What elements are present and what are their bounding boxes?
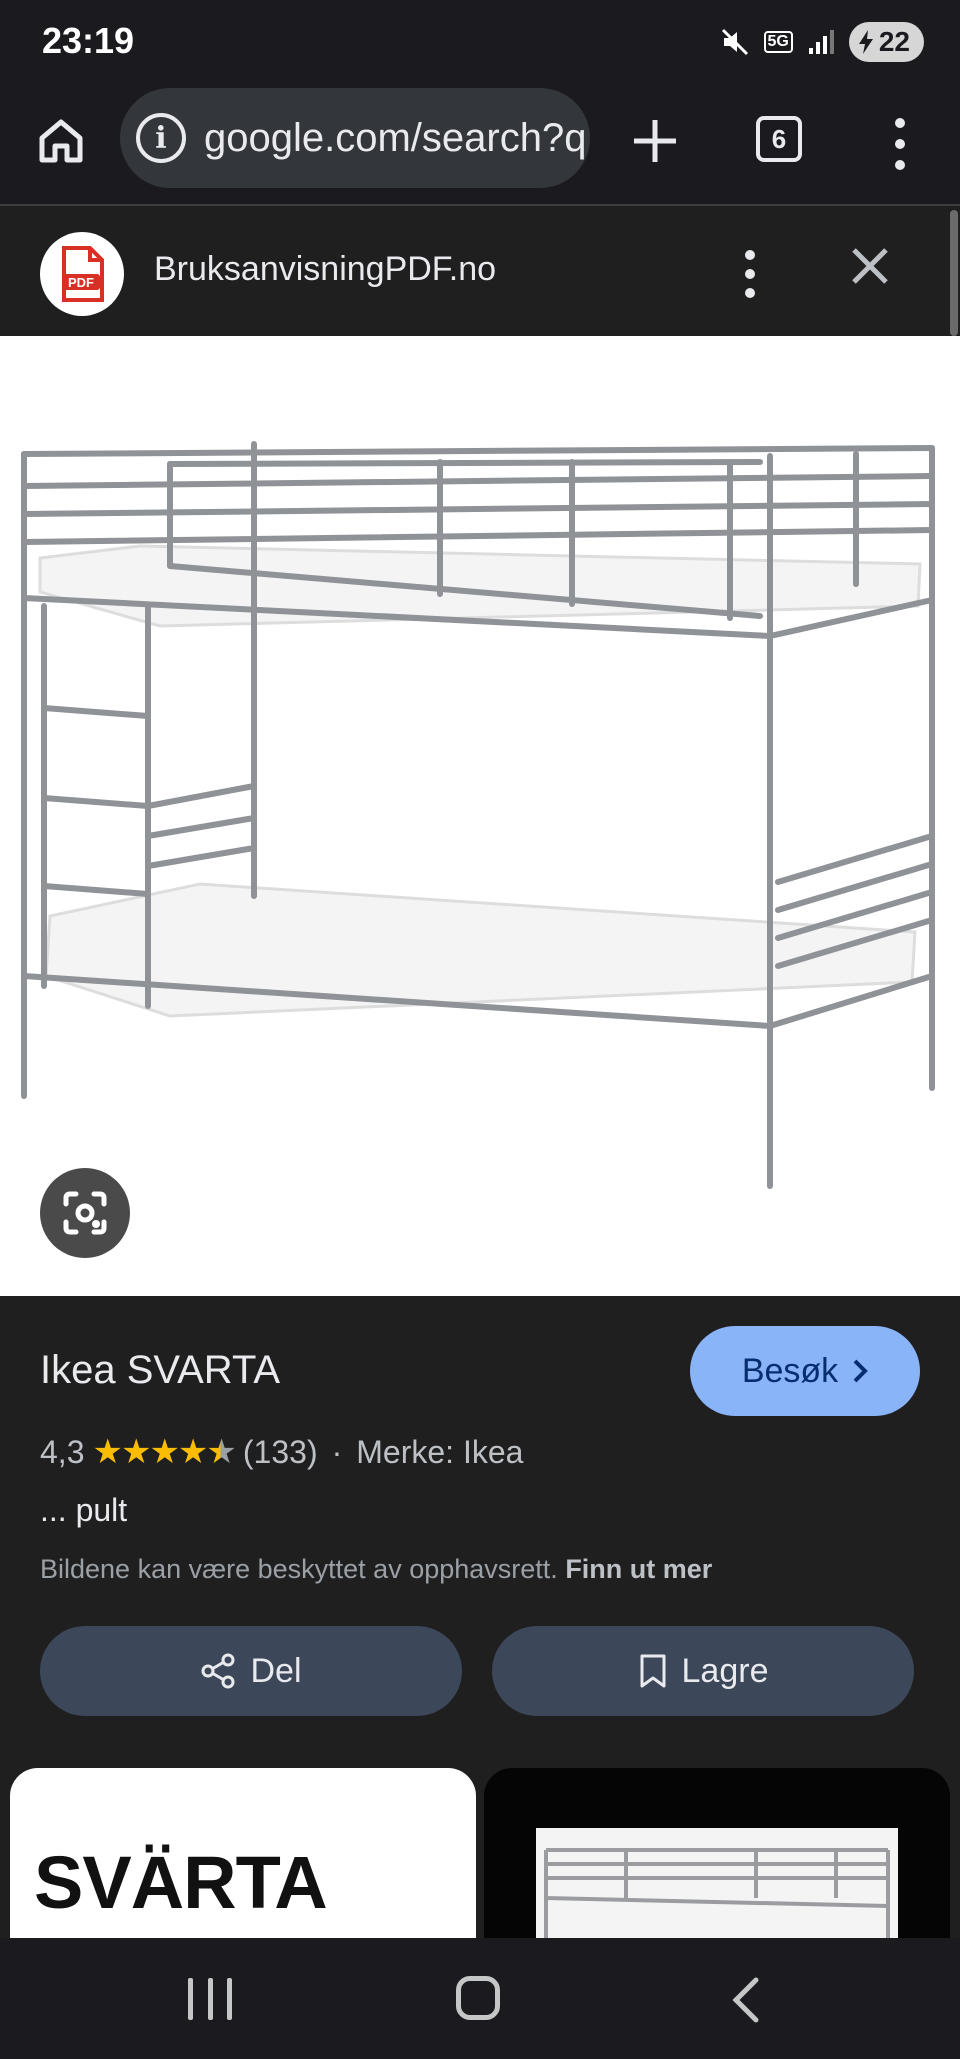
rating-value: 4,3	[40, 1433, 85, 1470]
address-bar[interactable]: i google.com/search?q	[120, 88, 590, 188]
copyright-text: Bildene kan være beskyttet av opphavsret…	[40, 1554, 558, 1584]
status-icons: 5G 22	[720, 20, 924, 64]
source-header: PDF BruksanvisningPDF.no	[0, 208, 960, 336]
mute-icon	[721, 28, 748, 56]
back-icon[interactable]	[726, 1976, 770, 2024]
battery-indicator: 22	[848, 22, 924, 62]
url-text[interactable]: google.com/search?q	[204, 116, 586, 161]
snippet: ... pult	[40, 1492, 128, 1528]
result-details: Ikea SVARTA Besøk 4,3 ★★★★★ (133) · Merk…	[0, 1296, 960, 1968]
more-vert-icon[interactable]	[880, 114, 920, 174]
bunk-bed-image	[21, 441, 935, 1189]
lens-button[interactable]	[40, 1168, 130, 1258]
new-tab-button[interactable]	[620, 106, 690, 176]
review-count: (133)	[242, 1433, 318, 1470]
share-button[interactable]: Del	[40, 1626, 462, 1716]
save-button[interactable]: Lagre	[492, 1626, 914, 1716]
signal-icon	[808, 30, 834, 54]
save-label: Lagre	[681, 1651, 769, 1690]
visit-label: Besøk	[741, 1351, 839, 1390]
home-nav-icon[interactable]	[456, 1976, 500, 2020]
charging-icon	[858, 30, 873, 54]
copyright-notice: Bildene kan være beskyttet av opphavsret…	[40, 1554, 712, 1585]
visit-button[interactable]: Besøk	[690, 1326, 920, 1416]
pdf-logo-text: PDF	[68, 275, 94, 290]
bookmark-icon	[640, 1654, 666, 1688]
source-name[interactable]: BruksanvisningPDF.no	[154, 250, 496, 289]
system-nav-bar	[0, 1938, 960, 2059]
browser-toolbar: i google.com/search?q 6	[0, 84, 960, 206]
recents-icon[interactable]	[188, 1978, 232, 2020]
learn-more-link[interactable]: Finn ut mer	[565, 1554, 712, 1584]
star-rating-icon: ★★★★★	[92, 1433, 236, 1471]
battery-level: 22	[878, 26, 910, 57]
share-label: Del	[250, 1651, 302, 1690]
pdf-logo-icon: PDF	[40, 232, 124, 316]
related-image-1-text: SVÄRTA	[34, 1841, 328, 1924]
close-icon[interactable]	[846, 242, 894, 290]
network-type: 5G	[763, 31, 793, 53]
chevron-right-icon	[853, 1359, 869, 1383]
home-icon	[39, 119, 83, 163]
brand: Merke: Ikea	[356, 1433, 524, 1470]
result-title: Ikea SVARTA	[40, 1348, 281, 1392]
info-icon[interactable]: i	[136, 113, 186, 163]
status-time: 23:19	[42, 20, 135, 61]
separator: ·	[331, 1433, 343, 1470]
plus-icon	[634, 120, 676, 162]
tab-switcher-icon[interactable]: 6	[756, 116, 802, 162]
source-more-icon[interactable]	[740, 250, 760, 298]
home-button[interactable]	[30, 110, 92, 172]
product-image[interactable]	[0, 336, 960, 1296]
scrollbar[interactable]	[950, 210, 958, 336]
status-bar: 23:19 5G 22	[0, 0, 960, 84]
rating-row: 4,3 ★★★★★ (133) · Merke: Ikea	[40, 1432, 523, 1472]
share-icon	[201, 1653, 235, 1689]
lens-icon	[63, 1191, 107, 1235]
